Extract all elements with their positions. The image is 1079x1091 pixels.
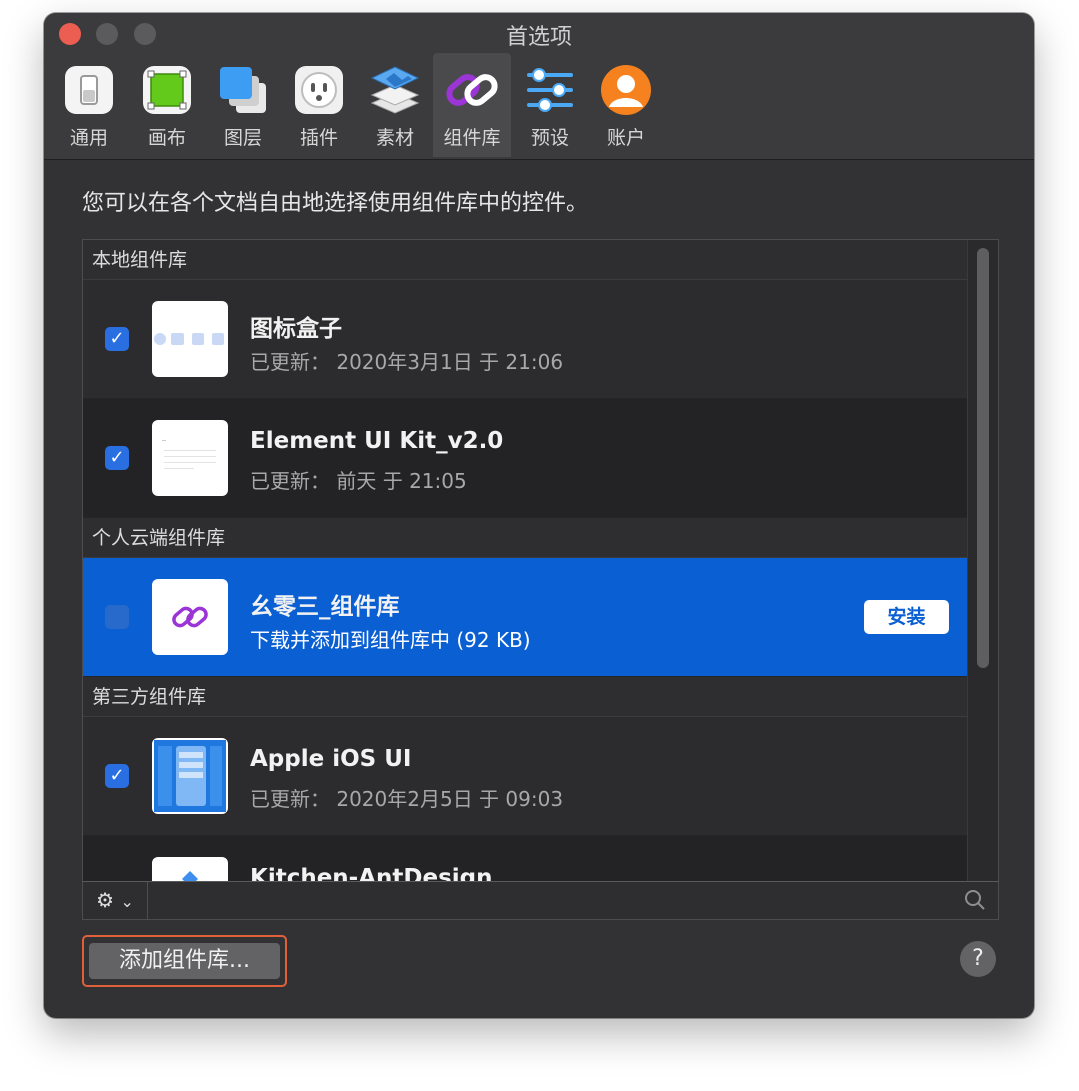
account-avatar-icon [601,65,651,115]
chevron-down-icon: ⌄ [120,892,134,911]
scrollbar-thumb[interactable] [977,248,989,668]
assets-stack-icon [370,66,420,114]
tab-plugins[interactable]: 插件 [280,53,358,157]
library-subtitle: 已更新： 2020年2月5日 于 09:03 [250,787,564,811]
intro-text: 您可以在各个文档自由地选择使用组件库中的控件。 [82,191,589,216]
list-item[interactable]: ✓ 图标盒子 已更新： 2020年3月1日 于 21:06 [83,280,967,398]
tab-assets[interactable]: 素材 [356,53,434,157]
tab-canvas[interactable]: 画布 [128,53,206,157]
gear-icon: ⚙ [96,888,115,912]
list-item[interactable]: ✓ Apple iOS UI 已更新： 2020年2月5日 于 09:03 [83,717,967,835]
tab-general-label: 通用 [69,127,108,149]
list-item[interactable]: ✓ Element UI Kit_v2.0 已更新： 前天 于 21:05 [83,399,967,517]
list-bottom-bar: ⚙ ⌄ [82,881,999,920]
tab-canvas-label: 画布 [147,127,186,149]
install-button[interactable]: 安装 [864,600,949,634]
add-library-button[interactable]: 添加组件库... [82,935,287,987]
gear-menu-button[interactable]: ⚙ ⌄ [83,882,148,919]
library-thumbnail [152,579,228,655]
tab-account[interactable]: 账户 [587,53,665,157]
tab-presets[interactable]: 预设 [511,53,589,157]
general-switch-icon [65,66,113,114]
list-scrollbar[interactable] [967,240,998,882]
search-icon[interactable] [964,889,986,911]
window-title: 首选项 [505,25,572,50]
library-thumbnail [152,738,228,814]
tab-libraries-label: 组件库 [443,127,501,149]
library-thumbnail [152,857,228,882]
tab-layers[interactable]: 图层 [204,53,282,157]
help-button[interactable]: ? [960,941,996,977]
tab-presets-label: 预设 [530,127,569,149]
library-title: Apple iOS UI [250,746,412,772]
library-title: 幺零三_组件库 [250,594,400,620]
tab-general[interactable]: 通用 [50,53,128,157]
presets-sliders-icon [527,68,573,112]
library-list[interactable]: 本地组件库 ✓ 图标盒子 已更新： 2020年3月1日 于 21:06 ✓ El… [82,239,999,883]
library-checkbox[interactable]: ✓ [105,605,129,629]
library-title: Element UI Kit_v2.0 [250,428,504,454]
library-title: 图标盒子 [250,316,342,342]
section-header-third-party: 第三方组件库 [83,677,967,717]
plugin-outlet-icon [295,66,343,114]
library-subtitle: 已更新： 前天 于 21:05 [250,469,467,493]
section-header-cloud: 个人云端组件库 [83,518,967,558]
library-checkbox[interactable]: ✓ [105,446,129,470]
tab-account-label: 账户 [606,127,645,149]
section-header-local: 本地组件库 [83,240,967,280]
layers-icon [220,67,266,113]
titlebar: 首选项 通用 画布 图层 插件 素材 组件库 预设 账户 [44,13,1034,160]
tab-layers-label: 图层 [223,127,262,149]
library-checkbox[interactable]: ✓ [105,327,129,351]
library-link-icon [172,606,208,628]
preferences-window: 首选项 通用 画布 图层 插件 素材 组件库 预设 账户 您可以在各个文档自由地… [44,13,1034,1018]
tab-assets-label: 素材 [375,127,414,149]
library-subtitle: 下载并添加到组件库中 (92 KB) [250,628,531,652]
library-checkbox[interactable]: ✓ [105,764,129,788]
list-item[interactable]: ✓ 幺零三_组件库 下载并添加到组件库中 (92 KB) 安装 [83,558,967,676]
canvas-icon [143,66,191,114]
library-thumbnail [152,301,228,377]
add-library-label: 添加组件库... [89,943,280,979]
tab-libraries[interactable]: 组件库 [433,53,511,157]
tab-plugins-label: 插件 [299,127,338,149]
library-thumbnail [152,420,228,496]
library-link-icon [446,74,498,106]
library-subtitle: 已更新： 2020年3月1日 于 21:06 [250,350,564,374]
list-item[interactable]: ✓ Kitchen-AntDesign [83,836,967,882]
